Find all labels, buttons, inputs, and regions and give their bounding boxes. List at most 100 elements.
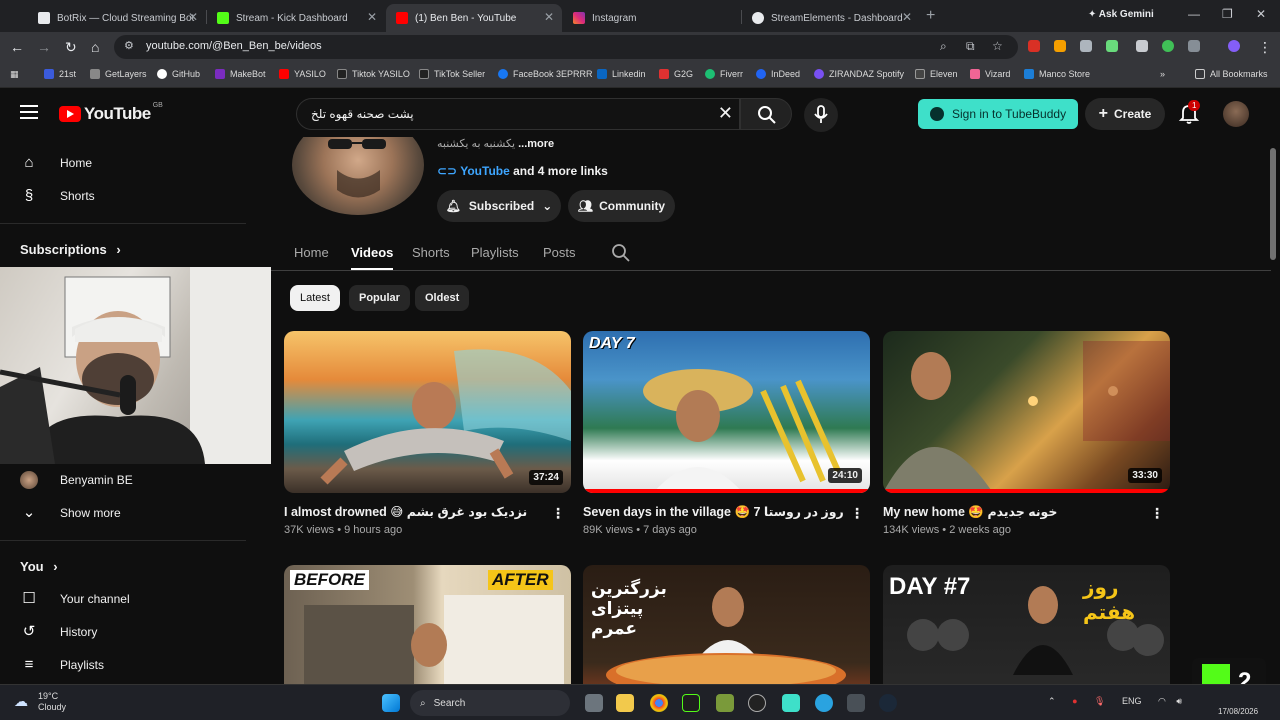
chrome-menu-icon[interactable]: ⋮: [1258, 39, 1272, 56]
bookmark-manco-store[interactable]: Manco Store: [1024, 69, 1090, 79]
extension-icon[interactable]: [1080, 40, 1092, 52]
hamburger-menu-icon[interactable]: [20, 105, 38, 119]
tab-streamelements[interactable]: StreamElements - Dashboard ✕: [742, 4, 920, 32]
forward-arrow-icon[interactable]: →: [37, 39, 51, 55]
subscribed-button[interactable]: 🔔︎ Subscribed ⌄: [437, 190, 561, 222]
more-bookmarks-chevron-icon[interactable]: »: [1160, 69, 1165, 79]
more-options-icon[interactable]: ⋮: [850, 505, 864, 522]
tab-instagram[interactable]: Instagram: [563, 4, 741, 32]
bookmark-star-icon[interactable]: ☆: [992, 39, 1003, 53]
create-button[interactable]: + Create: [1085, 98, 1165, 130]
tab-youtube[interactable]: (1) Ben Ben - YouTube ✕: [386, 4, 562, 32]
file-explorer-icon[interactable]: [616, 694, 634, 712]
video-thumbnail[interactable]: DAY #7 روز هفتم: [883, 565, 1170, 684]
zoom-icon[interactable]: ⌕: [940, 39, 947, 54]
clock-date[interactable]: 17/08/2026: [1218, 707, 1258, 716]
bookmark-indeed[interactable]: InDeed: [756, 69, 800, 79]
page-scrollbar[interactable]: [1270, 148, 1276, 260]
bookmark-fiverr[interactable]: Fiverr: [705, 69, 743, 79]
sidebar-show-more[interactable]: ⌄ Show more: [0, 497, 240, 529]
you-heading[interactable]: You ›: [20, 559, 58, 574]
channel-links[interactable]: ⊂⊃ YouTube and 4 more links: [437, 164, 608, 178]
chip-latest[interactable]: Latest: [290, 285, 340, 311]
tab-shorts[interactable]: Shorts: [412, 245, 450, 260]
new-tab-plus-icon[interactable]: +: [926, 7, 935, 25]
extension-icon[interactable]: [1136, 40, 1148, 52]
community-button[interactable]: 👥︎ Community: [568, 190, 675, 222]
youtube-link[interactable]: YouTube: [460, 164, 510, 178]
video-thumbnail[interactable]: 33:30: [883, 331, 1170, 493]
chatgpt-icon[interactable]: [748, 694, 766, 712]
system-tray[interactable]: ⌃ ● 🎙︎ ENG ◠ 🔊︎: [1048, 696, 1182, 707]
clear-search-icon[interactable]: ✕: [718, 103, 733, 124]
chip-popular[interactable]: Popular: [349, 285, 410, 311]
bookmark-21st[interactable]: 21st: [44, 69, 76, 79]
youtube-logo[interactable]: YouTube GB: [59, 102, 163, 124]
chevron-up-icon[interactable]: ⌃: [1048, 696, 1056, 706]
video-title[interactable]: My new home 🤩 خونه جدیدم: [883, 504, 1057, 520]
search-button[interactable]: [740, 98, 792, 130]
close-icon[interactable]: ✕: [188, 10, 198, 24]
video-thumbnail[interactable]: BEFORE AFTER: [284, 565, 571, 684]
microphone-icon[interactable]: 🎙︎: [1094, 696, 1105, 706]
chip-oldest[interactable]: Oldest: [415, 285, 470, 311]
weather-widget[interactable]: ☁ 19°C Cloudy: [14, 691, 66, 713]
video-thumbnail[interactable]: DAY 7 24:10: [583, 331, 870, 493]
bookmark-vizard[interactable]: Vizard: [970, 69, 1010, 79]
bookmark-tiktok-seller[interactable]: TikTok Seller: [419, 69, 485, 79]
video-thumbnail[interactable]: بزرگترین پیتزای عمرم: [583, 565, 870, 684]
video-thumbnail[interactable]: 37:24: [284, 331, 571, 493]
minimize-icon[interactable]: —: [1188, 7, 1200, 21]
tab-kick-dashboard[interactable]: Stream - Kick Dashboard ✕: [207, 4, 385, 32]
chrome-icon[interactable]: [650, 694, 668, 712]
install-app-icon[interactable]: ⧉: [966, 39, 975, 54]
close-window-icon[interactable]: ✕: [1256, 7, 1266, 21]
all-bookmarks[interactable]: All Bookmarks: [1195, 69, 1268, 79]
more-options-icon[interactable]: ⋮: [551, 505, 565, 522]
bookmark-getlayers[interactable]: GetLayers: [90, 69, 147, 79]
extension-icon[interactable]: [1162, 40, 1174, 52]
tab-videos[interactable]: Videos: [351, 245, 393, 260]
app-icon[interactable]: [682, 694, 700, 712]
taskbar-search[interactable]: ⌕ Search: [410, 690, 570, 716]
wifi-icon[interactable]: ◠: [1158, 696, 1166, 706]
search-input[interactable]: پشت صحنه قهوه تلخ ✕: [296, 98, 740, 130]
subscriptions-heading[interactable]: Subscriptions ›: [20, 242, 121, 257]
bookmark-facebook[interactable]: FaceBook 3EPRRR: [498, 69, 593, 79]
bookmark-tiktok-yasilo[interactable]: Tiktok YASILO: [337, 69, 410, 79]
bookmark-linkedin[interactable]: Linkedin: [597, 69, 646, 79]
tab-playlists[interactable]: Playlists: [471, 245, 519, 260]
close-icon[interactable]: ✕: [902, 10, 912, 24]
bookmark-eleven[interactable]: Eleven: [915, 69, 958, 79]
profile-avatar-icon[interactable]: [1228, 40, 1240, 52]
telegram-icon[interactable]: [815, 694, 833, 712]
extension-icon[interactable]: [1054, 40, 1066, 52]
steam-icon[interactable]: [879, 694, 897, 712]
ask-gemini-button[interactable]: ✦ Ask Gemini: [1088, 9, 1154, 20]
reload-icon[interactable]: ↻: [65, 39, 77, 56]
bookmark-github[interactable]: GitHub: [157, 69, 200, 79]
close-icon[interactable]: ✕: [544, 10, 554, 24]
tab-home[interactable]: Home: [294, 245, 329, 260]
voice-search-button[interactable]: [804, 98, 838, 132]
video-title[interactable]: Seven days in the village 🤩 7 روز در روس…: [583, 504, 844, 520]
app-icon[interactable]: [716, 694, 734, 712]
close-icon[interactable]: ✕: [367, 10, 377, 24]
omnibox[interactable]: ⚙ youtube.com/@Ben_Ben_be/videos ⌕ ⧉ ☆: [114, 35, 1018, 59]
sidebar-item-home[interactable]: ⌂ Home: [0, 147, 240, 179]
tab-botrix[interactable]: BotRix — Cloud Streaming Bot ✕: [28, 4, 206, 32]
url-text[interactable]: youtube.com/@Ben_Ben_be/videos: [146, 40, 322, 52]
sidebar-item-playlists[interactable]: ≡ Playlists: [0, 649, 240, 681]
more-options-icon[interactable]: ⋮: [1150, 505, 1164, 522]
bookmark-g2g[interactable]: G2G: [659, 69, 693, 79]
calculator-icon[interactable]: [847, 694, 865, 712]
more-links-label[interactable]: and 4 more links: [513, 164, 608, 178]
extensions-puzzle-icon[interactable]: [1188, 40, 1200, 52]
sidebar-item-history[interactable]: ↺ History: [0, 616, 240, 648]
site-info-icon[interactable]: ⚙: [124, 39, 134, 52]
app-icon[interactable]: [782, 694, 800, 712]
channel-description[interactable]: یکشنبه به یکشنبه ...more: [437, 137, 554, 150]
apps-grid-icon[interactable]: ▦: [10, 69, 19, 80]
restore-icon[interactable]: ❐: [1222, 7, 1233, 21]
back-arrow-icon[interactable]: ←: [10, 39, 24, 55]
